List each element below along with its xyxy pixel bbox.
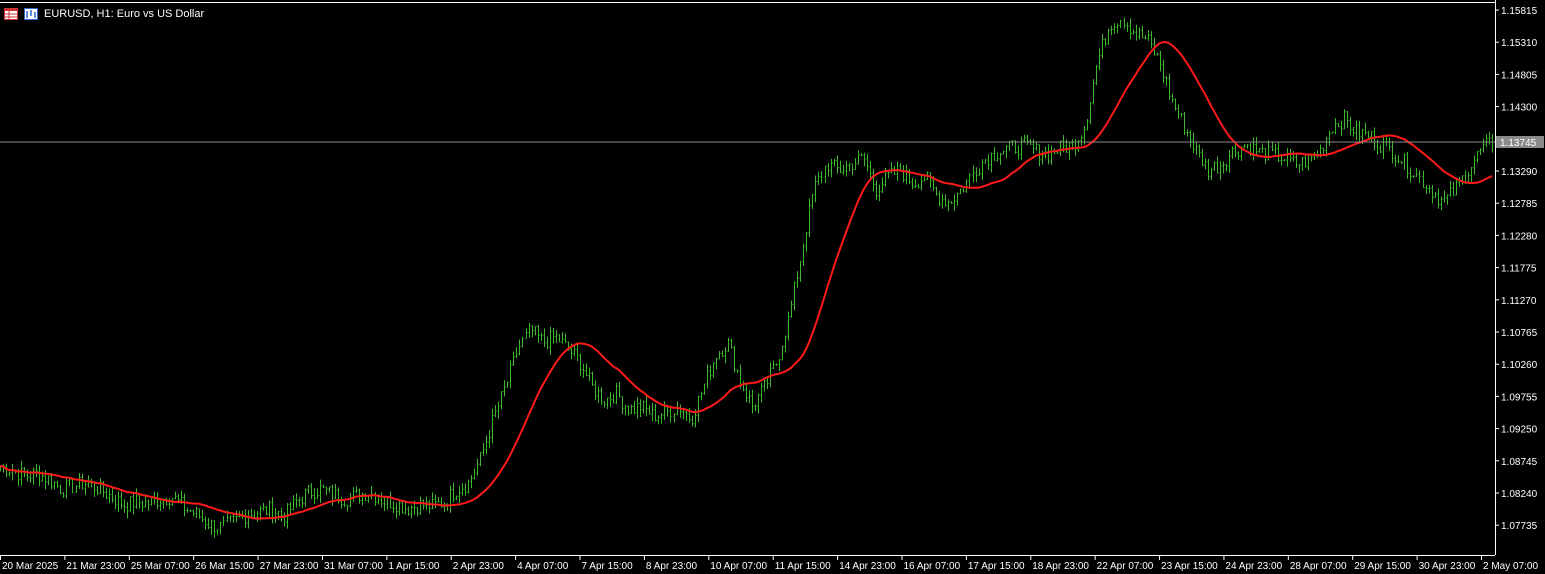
price-tick-label: 1.08745 — [1501, 457, 1538, 468]
time-tick-label: 22 Apr 07:00 — [1097, 561, 1154, 572]
time-tick-label: 24 Apr 23:00 — [1225, 561, 1282, 572]
price-tick-label: 1.12280 — [1501, 231, 1538, 242]
bid-price-text: 1.13745 — [1500, 138, 1537, 149]
chart-bars-icon[interactable] — [24, 8, 38, 20]
chart-window[interactable]: 1.158151.153101.148051.143001.137951.132… — [0, 0, 1545, 574]
price-chart[interactable]: 1.158151.153101.148051.143001.137951.132… — [0, 0, 1545, 574]
chart-title: EURUSD, H1: Euro vs US Dollar — [44, 8, 205, 20]
time-tick-label: 4 Apr 07:00 — [517, 561, 569, 572]
time-tick-label: 7 Apr 15:00 — [582, 561, 634, 572]
price-tick-label: 1.10765 — [1501, 328, 1538, 339]
time-tick-label: 29 Apr 15:00 — [1354, 561, 1411, 572]
time-tick-label: 18 Apr 23:00 — [1032, 561, 1089, 572]
time-tick-label: 31 Mar 07:00 — [324, 561, 383, 572]
price-tick-label: 1.11775 — [1501, 264, 1537, 275]
time-tick-label: 8 Apr 23:00 — [646, 561, 698, 572]
time-tick-label: 27 Mar 23:00 — [260, 561, 319, 572]
time-tick-label: 10 Apr 07:00 — [710, 561, 767, 572]
price-tick-label: 1.09755 — [1501, 392, 1538, 403]
price-tick-label: 1.15815 — [1501, 6, 1538, 17]
price-tick-label: 1.09250 — [1501, 425, 1538, 436]
price-tick-label: 1.12785 — [1501, 199, 1538, 210]
time-tick-label: 30 Apr 23:00 — [1419, 561, 1476, 572]
price-tick-label: 1.07735 — [1501, 521, 1538, 532]
chart-title-bar: EURUSD, H1: Euro vs US Dollar — [4, 6, 204, 22]
time-tick-label: 14 Apr 23:00 — [839, 561, 896, 572]
time-tick-label: 21 Mar 23:00 — [66, 561, 125, 572]
price-tick-label: 1.11270 — [1501, 296, 1537, 307]
bid-price-label: 1.13745 — [1496, 135, 1544, 149]
time-tick-label: 17 Apr 15:00 — [968, 561, 1025, 572]
time-tick-label: 11 Apr 15:00 — [775, 561, 831, 572]
price-tick-label: 1.10260 — [1501, 360, 1538, 371]
price-tick-label: 1.13290 — [1501, 167, 1538, 178]
time-tick-label: 28 Apr 07:00 — [1290, 561, 1347, 572]
time-tick-label: 16 Apr 07:00 — [903, 561, 960, 572]
chart-table-icon[interactable] — [4, 8, 18, 20]
time-tick-label: 2 Apr 23:00 — [453, 561, 505, 572]
time-tick-label: 23 Apr 15:00 — [1161, 561, 1218, 572]
price-tick-label: 1.15310 — [1501, 38, 1538, 49]
time-tick-label: 26 Mar 15:00 — [195, 561, 254, 572]
price-tick-label: 1.14805 — [1501, 70, 1538, 81]
price-tick-label: 1.14300 — [1501, 103, 1538, 114]
time-tick-label: 2 May 07:00 — [1483, 561, 1538, 572]
time-tick-label: 1 Apr 15:00 — [388, 561, 440, 572]
time-tick-label: 25 Mar 07:00 — [131, 561, 190, 572]
time-tick-label: 20 Mar 2025 — [2, 561, 59, 572]
price-tick-label: 1.08240 — [1501, 489, 1538, 500]
